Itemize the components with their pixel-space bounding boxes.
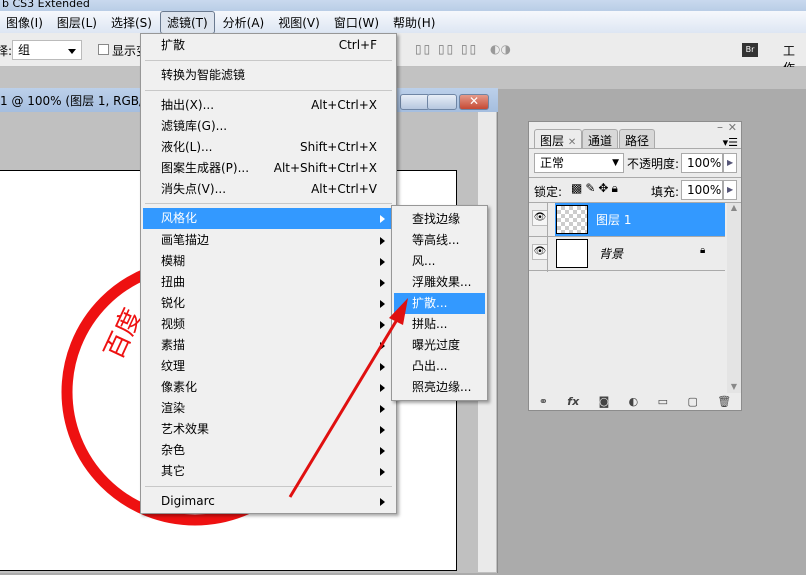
link-icon[interactable]: ⚭ bbox=[539, 395, 548, 408]
layer-name[interactable]: 背景 bbox=[599, 245, 623, 262]
fill-slider-button[interactable]: ▶ bbox=[723, 180, 737, 200]
layers-scrollbar[interactable]: ▲ ▼ bbox=[727, 203, 741, 393]
layers-panel: – ✕ 图层 ✕ 通道 路径 ▾☰ 正常 ▼ 不透明度: 100% ▶ 锁定: ▩… bbox=[528, 120, 742, 411]
panel-close-icon[interactable]: ✕ bbox=[728, 121, 737, 134]
new-layer-icon[interactable]: ▢ bbox=[687, 395, 697, 408]
layer-row[interactable]: 👁︎ 图层 1 bbox=[529, 203, 725, 237]
layer-name[interactable]: 图层 1 bbox=[596, 211, 631, 228]
fill-input[interactable]: 100% bbox=[681, 180, 723, 200]
blend-mode-dropdown[interactable]: 正常 ▼ bbox=[534, 153, 624, 173]
fill-label: 填充: bbox=[651, 185, 680, 199]
tab-layers[interactable]: 图层 ✕ bbox=[534, 129, 583, 149]
fx-icon[interactable]: fx bbox=[567, 395, 579, 408]
lock-icons[interactable]: ▩✎✥🔒︎ bbox=[571, 181, 621, 196]
adjustment-layer-icon[interactable]: ◐ bbox=[629, 395, 639, 408]
tab-paths[interactable]: 路径 bbox=[619, 129, 656, 149]
trash-icon[interactable]: 🗑︎ bbox=[717, 395, 731, 408]
group-folder-icon[interactable]: ▭ bbox=[658, 395, 668, 408]
tab-channels[interactable]: 通道 bbox=[582, 129, 619, 149]
layer-thumbnail bbox=[556, 205, 588, 234]
visibility-eye-icon[interactable]: 👁︎ bbox=[532, 210, 548, 226]
lock-label: 锁定: bbox=[534, 185, 563, 199]
opacity-input[interactable]: 100% bbox=[681, 153, 723, 173]
opacity-slider-button[interactable]: ▶ bbox=[723, 153, 737, 173]
panel-collapse-icon[interactable]: – bbox=[717, 120, 723, 134]
opacity-label: 不透明度: bbox=[627, 157, 680, 171]
lock-icon: 🔒︎ bbox=[700, 245, 706, 256]
layers-bottom-toolbar: ⚭ fx ◙ ◐ ▭ ▢ 🗑︎ bbox=[529, 392, 741, 410]
mask-icon[interactable]: ◙ bbox=[599, 395, 610, 408]
layer-thumbnail bbox=[556, 239, 588, 268]
layer-row[interactable]: 👁︎ 背景 🔒︎ bbox=[529, 237, 725, 271]
visibility-eye-icon[interactable]: 👁︎ bbox=[532, 244, 548, 260]
